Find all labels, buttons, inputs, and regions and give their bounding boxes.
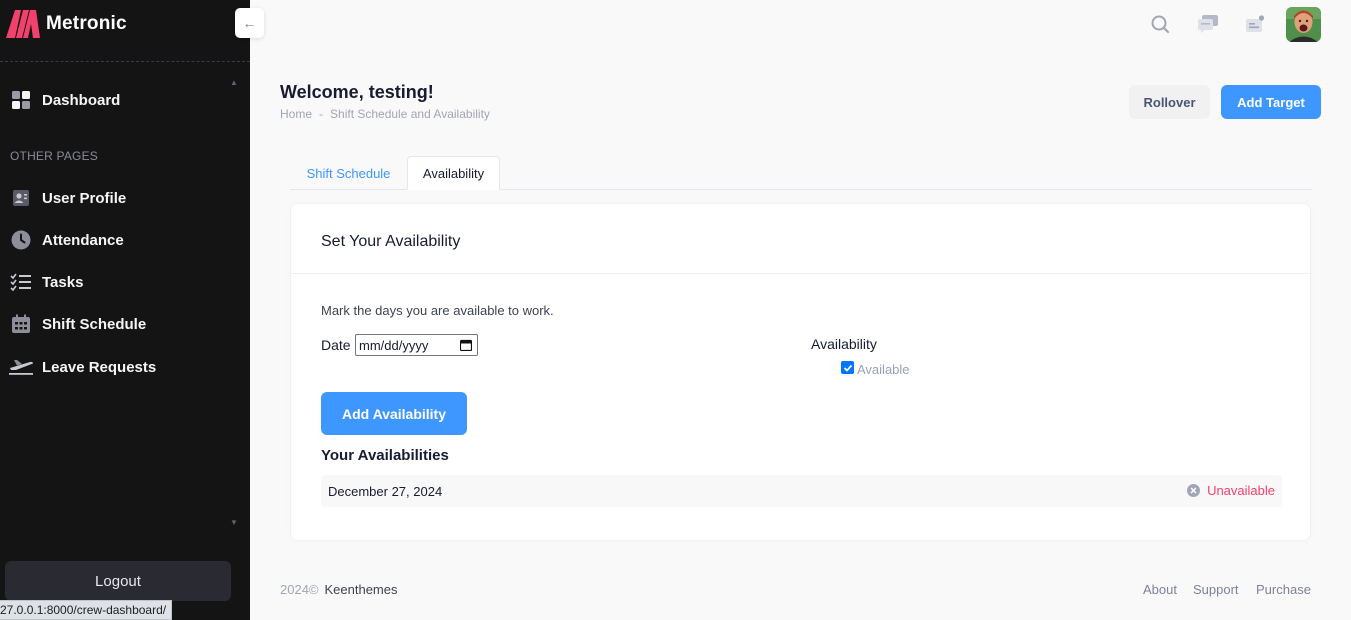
user-avatar[interactable] bbox=[1286, 7, 1321, 42]
sidebar-item-label: Tasks bbox=[42, 273, 84, 291]
sidebar-item-label: Attendance bbox=[42, 231, 124, 249]
card-title: Set Your Availability bbox=[321, 233, 461, 250]
sidebar-item-label: Shift Schedule bbox=[42, 315, 147, 333]
availability-label: Availability bbox=[811, 336, 877, 352]
add-target-button[interactable]: Add Target bbox=[1221, 85, 1321, 119]
arrow-left-icon: ← bbox=[242, 15, 257, 31]
footer-year: 2024© bbox=[280, 582, 319, 597]
brand-logo[interactable]: Metronic bbox=[6, 8, 127, 40]
sidebar-item-label: Dashboard bbox=[42, 91, 121, 109]
status-bar-url: 27.0.0.1:8000/crew-dashboard/ bbox=[0, 600, 173, 620]
footer-brand-link[interactable]: Keenthemes bbox=[325, 582, 398, 597]
dashboard-grid-icon bbox=[8, 89, 34, 111]
tab-availability[interactable]: Availability bbox=[407, 156, 500, 190]
availability-status: Unavailable bbox=[1207, 483, 1275, 498]
availability-date: December 27, 2024 bbox=[328, 484, 443, 499]
status-badge: Unavailable bbox=[1187, 483, 1275, 498]
scroll-up-icon[interactable]: ▲ bbox=[230, 78, 238, 87]
calendar-picker-icon[interactable] bbox=[460, 339, 472, 351]
breadcrumb-separator: - bbox=[319, 107, 324, 121]
sidebar-item-label: Leave Requests bbox=[42, 358, 157, 376]
sidebar-item-attendance[interactable]: Attendance bbox=[8, 227, 124, 253]
sidebar-item-shift-schedule[interactable]: Shift Schedule bbox=[8, 311, 146, 337]
airplane-icon bbox=[8, 356, 34, 378]
metronic-logo-icon bbox=[6, 10, 40, 38]
calendar-icon bbox=[8, 313, 34, 335]
logout-button[interactable]: Logout bbox=[5, 561, 231, 601]
notification-icon[interactable] bbox=[1243, 12, 1267, 36]
availabilities-heading: Your Availabilities bbox=[321, 447, 449, 464]
brand-name: Metronic bbox=[46, 13, 127, 34]
date-placeholder: mm/dd/yyyy bbox=[359, 337, 429, 353]
breadcrumb: Home - Shift Schedule and Availability bbox=[280, 107, 490, 121]
footer-link-purchase[interactable]: Purchase bbox=[1256, 582, 1311, 597]
add-availability-button[interactable]: Add Availability bbox=[321, 392, 467, 435]
date-label: Date bbox=[321, 337, 351, 353]
sidebar-item-user-profile[interactable]: User Profile bbox=[8, 185, 126, 211]
close-circle-icon[interactable] bbox=[1187, 484, 1201, 497]
section-title-other-pages: OTHER PAGES bbox=[10, 149, 98, 163]
footer-copyright: 2024© Keenthemes bbox=[280, 582, 398, 597]
available-checkbox-label[interactable]: Available bbox=[857, 362, 910, 377]
footer-link-support[interactable]: Support bbox=[1193, 582, 1239, 597]
search-icon[interactable] bbox=[1148, 12, 1172, 36]
breadcrumb-home[interactable]: Home bbox=[280, 107, 312, 121]
sidebar-item-tasks[interactable]: Tasks bbox=[8, 269, 83, 295]
sidebar-divider bbox=[0, 61, 250, 62]
rollover-button[interactable]: Rollover bbox=[1129, 85, 1210, 119]
date-input[interactable]: mm/dd/yyyy bbox=[355, 334, 478, 356]
page-title: Welcome, testing! bbox=[280, 82, 434, 102]
card-description: Mark the days you are available to work. bbox=[321, 303, 554, 318]
available-checkbox[interactable] bbox=[841, 361, 854, 374]
card-divider bbox=[291, 273, 1310, 274]
breadcrumb-current: Shift Schedule and Availability bbox=[330, 107, 490, 121]
checklist-icon bbox=[8, 271, 34, 293]
chat-icon[interactable] bbox=[1196, 12, 1220, 36]
user-profile-icon bbox=[8, 187, 34, 209]
sidebar-item-dashboard[interactable]: Dashboard bbox=[8, 87, 120, 113]
checkmark-icon bbox=[843, 364, 852, 372]
sidebar-item-leave-requests[interactable]: Leave Requests bbox=[8, 354, 156, 380]
tab-shift-schedule[interactable]: Shift Schedule bbox=[290, 156, 407, 190]
scroll-down-icon[interactable]: ▼ bbox=[230, 518, 238, 527]
sidebar-collapse-button[interactable]: ← bbox=[235, 8, 264, 38]
availability-card: Set Your Availability Mark the days you … bbox=[290, 203, 1311, 541]
sidebar-item-label: User Profile bbox=[42, 189, 127, 207]
footer-link-about[interactable]: About bbox=[1143, 582, 1177, 597]
list-item: December 27, 2024 Unavailable bbox=[321, 475, 1282, 507]
clock-icon bbox=[8, 229, 34, 251]
sidebar: Metronic ▲ Dashboard OTHER PAGES User Pr… bbox=[0, 0, 250, 620]
